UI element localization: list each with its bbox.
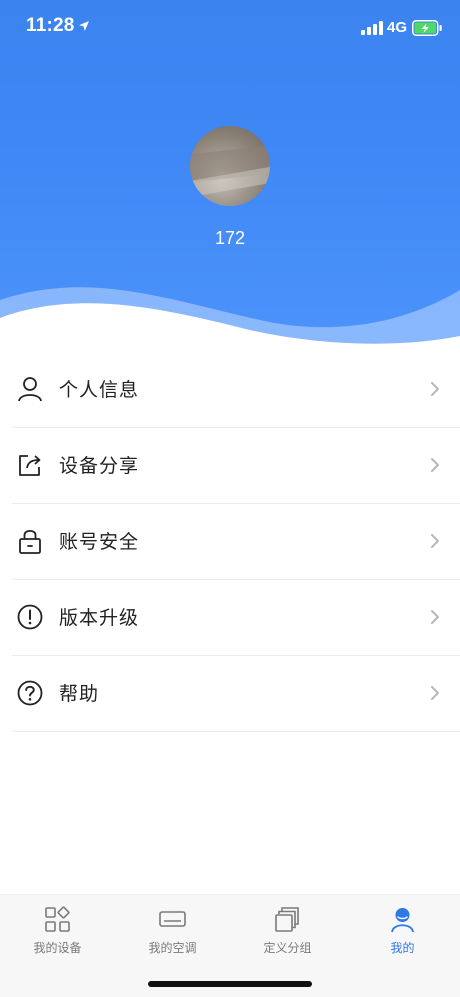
question-circle-icon bbox=[17, 680, 43, 706]
menu-item-label: 账号安全 bbox=[59, 531, 140, 553]
menu-item-label: 帮助 bbox=[59, 683, 100, 705]
menu-item-personal-info[interactable]: 个人信息 bbox=[12, 352, 460, 428]
chevron-right-icon bbox=[431, 686, 439, 700]
username: 172 bbox=[214, 228, 246, 248]
chevron-right-icon bbox=[431, 610, 439, 624]
menu-item-label: 版本升级 bbox=[59, 607, 140, 629]
tab-label: 我的 bbox=[390, 941, 415, 955]
exclamation-circle-icon bbox=[17, 604, 43, 630]
air-conditioner-icon bbox=[159, 911, 186, 927]
chevron-right-icon bbox=[431, 534, 439, 548]
group-stack-icon bbox=[275, 907, 299, 932]
battery-charging-icon bbox=[412, 20, 442, 36]
tab-my-devices[interactable]: 我的设备 bbox=[0, 895, 115, 965]
tab-label: 定义分组 bbox=[263, 941, 312, 955]
menu-item-label: 设备分享 bbox=[59, 455, 140, 477]
menu-item-account-security[interactable]: 账号安全 bbox=[12, 504, 460, 580]
tab-label: 我的设备 bbox=[33, 941, 82, 955]
profile-header: 11:28 4G 172 bbox=[0, 0, 460, 350]
profile-person-icon bbox=[391, 908, 414, 933]
menu-item-help[interactable]: 帮助 bbox=[12, 656, 460, 732]
tab-define-groups[interactable]: 定义分组 bbox=[230, 895, 345, 965]
person-icon bbox=[18, 377, 42, 402]
home-indicator[interactable] bbox=[148, 981, 312, 987]
status-bar: 11:28 4G bbox=[0, 0, 460, 56]
settings-menu: 个人信息 设备分享 账号安全 版本升级 帮助 bbox=[0, 352, 460, 732]
menu-item-device-share[interactable]: 设备分享 bbox=[12, 428, 460, 504]
lock-icon bbox=[19, 529, 41, 554]
chevron-right-icon bbox=[431, 382, 439, 396]
network-type: 4G bbox=[387, 19, 408, 36]
tab-label: 我的空调 bbox=[148, 941, 197, 955]
tab-my-air-conditioner[interactable]: 我的空调 bbox=[115, 895, 230, 965]
bottom-tab-bar: 我的设备 我的空调 定义分组 我的 bbox=[0, 894, 460, 997]
status-time: 11:28 bbox=[26, 15, 75, 36]
menu-item-version-upgrade[interactable]: 版本升级 bbox=[12, 580, 460, 656]
location-arrow-icon bbox=[79, 21, 89, 31]
signal-bars-icon bbox=[361, 21, 383, 35]
share-icon bbox=[19, 455, 41, 476]
avatar[interactable] bbox=[190, 126, 270, 206]
menu-item-label: 个人信息 bbox=[59, 379, 140, 401]
tab-mine[interactable]: 我的 bbox=[345, 895, 460, 965]
chevron-right-icon bbox=[431, 458, 439, 472]
devices-grid-icon bbox=[45, 906, 70, 932]
